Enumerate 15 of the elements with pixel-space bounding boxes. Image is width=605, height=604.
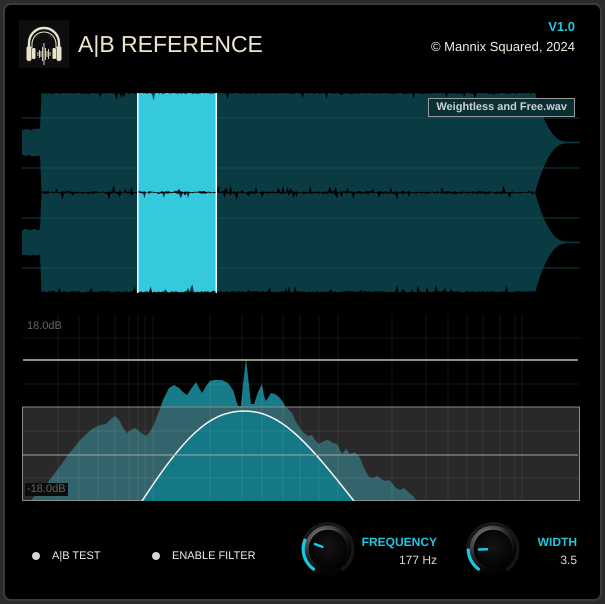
knob-value: 177 Hz: [398, 552, 437, 569]
filter-curve[interactable]: [141, 410, 355, 501]
knob-label: FREQUENCY: [362, 534, 437, 551]
version-label: V1.0: [548, 19, 575, 34]
knob-label: WIDTH: [538, 534, 577, 551]
scale-label: 18.0dB: [26, 320, 63, 333]
copyright-text: © Mannix Squared, 2024: [430, 39, 575, 54]
toggle-button[interactable]: ENABLE FILTER: [152, 549, 256, 563]
selection-region[interactable]: [137, 93, 218, 293]
headphones-icon: [19, 20, 69, 68]
file-name-label: Weightless and Free.wav: [428, 98, 575, 117]
knob-value: 3.5: [560, 552, 577, 569]
toggle-button[interactable]: A|B TEST: [32, 549, 101, 563]
app-title: A|B REFERENCE: [78, 30, 263, 58]
scale-label: -18.0dB: [25, 483, 68, 496]
